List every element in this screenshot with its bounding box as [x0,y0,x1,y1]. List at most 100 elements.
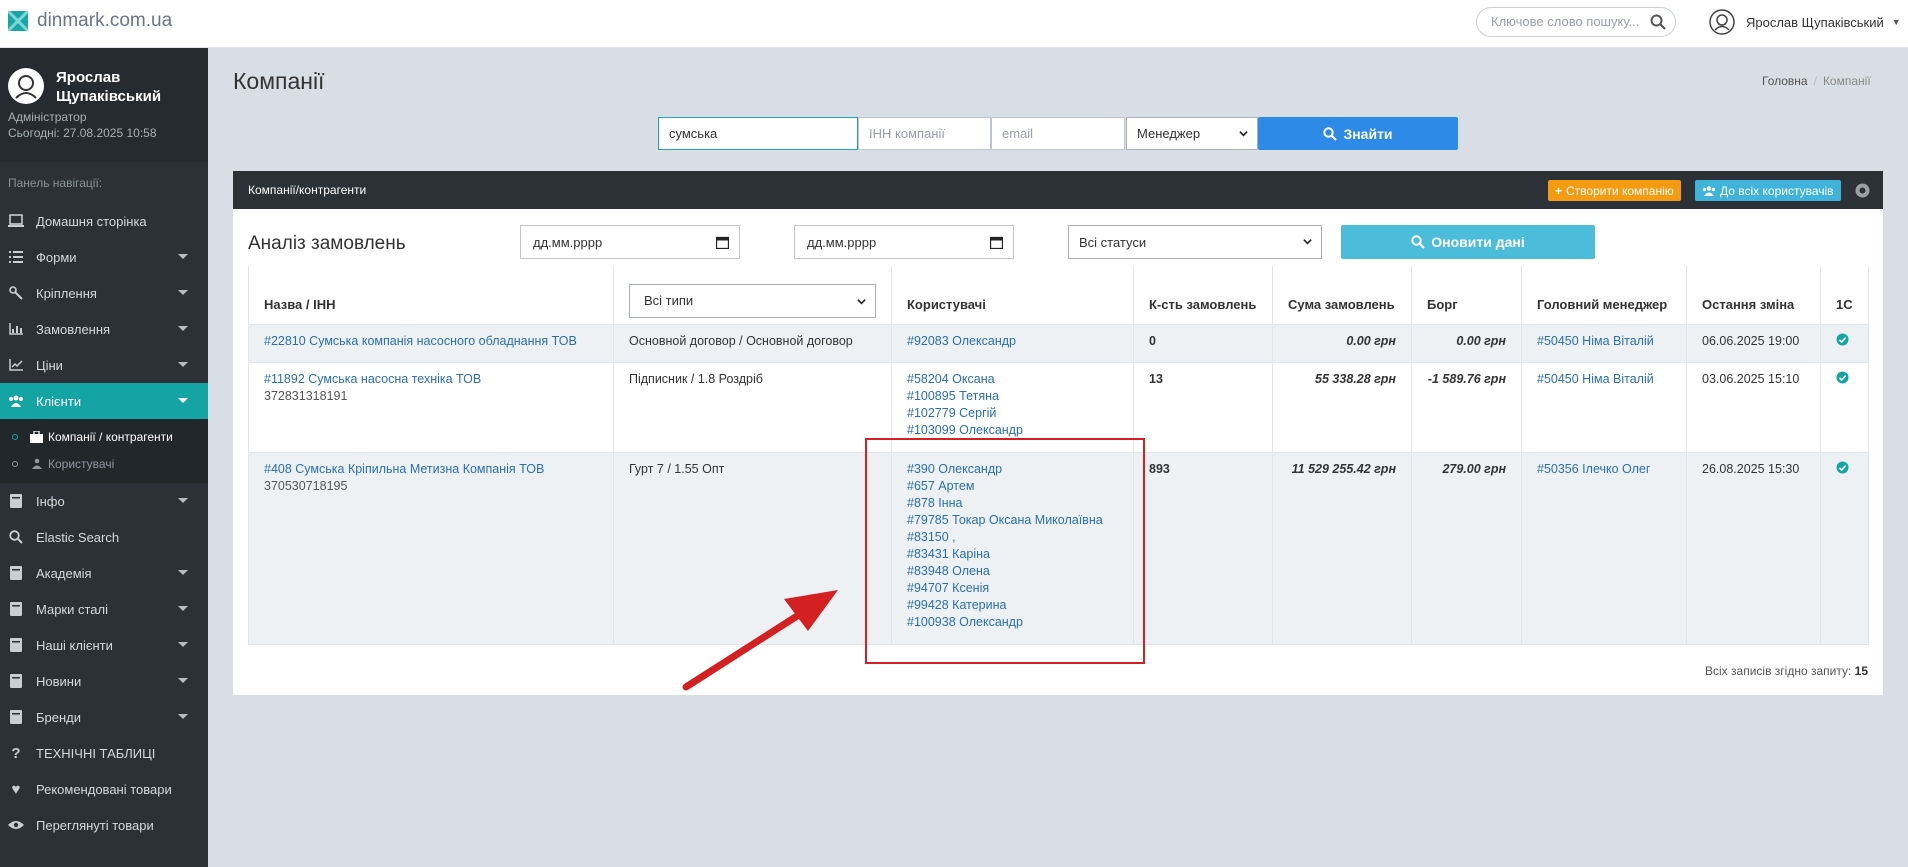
chevron-down-icon: ▼ [1891,17,1901,27]
column-header-changed[interactable]: Остання зміна [1686,266,1821,324]
user-link[interactable]: #100895 Тетяна [907,388,1118,405]
site-name: dinmark.com.ua [37,10,173,31]
sidebar-item-fasteners[interactable]: Кріплення [0,275,208,311]
sidebar-subitem-label: Користувачі [48,456,115,471]
search-icon[interactable] [1650,14,1666,30]
brand[interactable]: dinmark.com.ua [8,10,172,32]
column-header-1c: 1С [1820,266,1869,324]
refresh-data-button[interactable]: Оновити дані [1341,225,1595,259]
type-select-value: Всі типи [644,293,694,308]
chevron-down-icon [178,290,188,295]
cell-changed: 26.08.2025 15:30 [1686,451,1821,645]
column-header-debt[interactable]: Борг [1411,266,1522,324]
column-header-sum[interactable]: Сума замовлень [1272,266,1412,324]
cell-debt: 0.00 грн [1411,323,1522,363]
manager-select[interactable]: Менеджер [1126,117,1258,150]
bar-chart-icon [8,321,24,337]
status-select[interactable]: Всі статуси [1068,225,1322,259]
refresh-data-label: Оновити дані [1431,234,1525,250]
all-users-button[interactable]: До всіх користувачів [1695,180,1841,201]
sidebar-item-info[interactable]: Інфо [0,483,208,519]
find-button[interactable]: Знайти [1258,117,1458,150]
line-chart-icon [8,357,24,373]
sidebar-item-recommended[interactable]: ♥ Рекомендовані товари [0,771,208,807]
sidebar-subitem-companies[interactable]: Компанії / контрагенти [0,423,208,450]
column-header-manager[interactable]: Головний менеджер [1521,266,1687,324]
company-name-input[interactable] [658,117,858,150]
chevron-down-icon [1239,131,1248,137]
date-to-input[interactable]: дд.мм.рррр [794,225,1014,259]
sidebar-item-brands[interactable]: Бренди [0,699,208,735]
manager-select-value: Менеджер [1137,126,1201,141]
chevron-down-icon [178,254,188,259]
cell-changed: 06.06.2025 19:00 [1686,323,1821,363]
total-records-label: Всіх записів згідно запиту: [1705,664,1852,678]
book-icon [8,637,24,653]
manager-link[interactable]: #50356 Ілечко Олег [1537,462,1650,476]
sidebar-subitem-users[interactable]: Користувачі [0,450,208,477]
sidebar-item-label: Elastic Search [36,529,120,545]
cell-count: 0 [1133,323,1273,363]
sidebar-item-prices[interactable]: Ціни [0,347,208,383]
company-link[interactable]: #11892 Сумська насосна техніка ТОВ [264,371,598,388]
sidebar-item-label: ТЕХНІЧНІ ТАБЛИЦІ [36,745,156,761]
chevron-down-icon [178,570,188,575]
manager-link[interactable]: #50450 Німа Віталій [1537,334,1654,348]
circle-icon [12,460,18,467]
sidebar-item-viewed[interactable]: Переглянуті товари [0,807,208,843]
sidebar-item-home[interactable]: Домашня сторінка [0,203,208,239]
email-input[interactable] [991,117,1125,150]
cell-manager: #50356 Ілечко Олег [1521,451,1687,645]
calendar-icon[interactable] [716,236,729,249]
user-link[interactable]: #58204 Оксана [907,371,1118,388]
sidebar-item-forms[interactable]: Форми [0,239,208,275]
type-select[interactable]: Всі типи [629,283,876,318]
sidebar-item-news[interactable]: Новини [0,663,208,699]
sidebar-item-label: Форми [36,249,77,265]
inn-input[interactable] [858,117,991,150]
user-link[interactable]: #103099 Олександр [907,422,1118,439]
sidebar-item-elastic[interactable]: Elastic Search [0,519,208,555]
sidebar: Ярослав Щупаківський Адміністратор Сього… [0,48,208,867]
company-inn: 372831318191 [264,388,348,403]
book-icon [8,709,24,725]
column-header-name[interactable]: Назва / ІНН [248,266,614,324]
chevron-down-icon [178,642,188,647]
check-circle-icon [1836,333,1849,345]
global-search[interactable] [1476,7,1676,37]
sidebar-item-steel[interactable]: Марки сталі [0,591,208,627]
analysis-title: Аналіз замовлень [248,233,406,254]
user-link[interactable]: #102779 Сергій [907,405,1118,422]
sidebar-item-clients[interactable]: Клієнти [0,383,208,419]
cell-sum: 55 338.28 грн [1272,361,1412,453]
chevron-down-icon [178,326,188,331]
building-icon [30,430,44,443]
user-link[interactable]: #92083 Олександр [907,333,1118,350]
calendar-icon[interactable] [990,236,1003,249]
create-company-button[interactable]: + Створити компанію [1548,180,1681,201]
cell-name: #11892 Сумська насосна техніка ТОВ 37283… [248,361,614,453]
sidebar-item-orders[interactable]: Замовлення [0,311,208,347]
sidebar-item-our-clients[interactable]: Наші клієнти [0,627,208,663]
search-icon [8,529,24,545]
sidebar-item-label: Домашня сторінка [36,213,147,229]
manager-link[interactable]: #50450 Німа Віталій [1537,372,1654,386]
page-title: Компанії [233,68,325,94]
sidebar-item-label: Переглянуті товари [36,817,154,833]
sidebar-item-label: Бренди [36,709,82,725]
sidebar-item-tech-tables[interactable]: ? ТЕХНІЧНІ ТАБЛИЦІ [0,735,208,771]
company-link[interactable]: #408 Сумська Кріпильна Метизна Компанія … [264,461,598,478]
company-link[interactable]: #22810 Сумська компанія насосного обладн… [264,334,577,348]
user-menu[interactable]: Ярослав Щупаківський ▼ [1708,8,1901,36]
global-search-input[interactable] [1491,14,1641,29]
breadcrumb-home[interactable]: Головна [1762,74,1808,88]
column-header-users[interactable]: Користувачі [891,266,1134,324]
sidebar-item-academy[interactable]: Академія [0,555,208,591]
column-header-count[interactable]: К-сть замовлень [1133,266,1273,324]
total-records: Всіх записів згідно запиту: 15 [1705,664,1868,678]
date-from-input[interactable]: дд.мм.рррр [520,225,740,259]
column-header-type: Всі типи [613,266,892,324]
annotation-arrow-icon [682,590,838,691]
settings-icon[interactable] [1855,183,1870,198]
breadcrumb: Головна / Компанії [1762,74,1871,88]
